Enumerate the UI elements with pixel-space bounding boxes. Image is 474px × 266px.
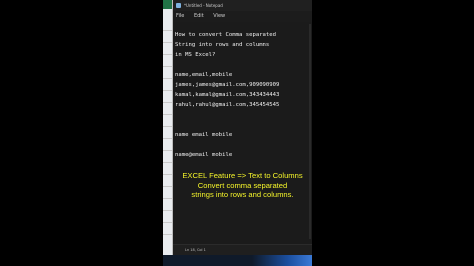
video-frame: *Untitled - Notepad File Edit View How t… — [163, 0, 312, 266]
editor-line: james,james@gmail.com,909090909 — [175, 82, 280, 88]
window-title: *Untitled - Notepad — [184, 3, 223, 8]
excel-row-line — [163, 210, 172, 211]
editor-line: kamal,kamal@gmail.com,343434443 — [175, 92, 280, 98]
menu-file[interactable]: File — [176, 13, 184, 19]
excel-row-line — [163, 186, 172, 187]
excel-row-line — [163, 54, 172, 55]
caption-line-3: strings into rows and columns. — [191, 190, 294, 199]
status-bar: Ln 18, Col 1 — [173, 244, 312, 255]
excel-row-line — [163, 78, 172, 79]
cursor-position: Ln 18, Col 1 — [185, 248, 206, 252]
excel-row-line — [163, 198, 172, 199]
caption-line-2: Convert comma separated — [197, 180, 288, 190]
editor-line: in MS Excel? — [175, 52, 216, 58]
excel-row-line — [163, 222, 172, 223]
excel-row-line — [163, 150, 172, 151]
excel-row-line — [163, 162, 172, 163]
title-bar[interactable]: *Untitled - Notepad — [173, 0, 312, 11]
excel-row-line — [163, 90, 172, 91]
excel-row-line — [163, 42, 172, 43]
menu-view[interactable]: View — [213, 13, 225, 19]
editor-line: name@email mobile — [175, 152, 233, 158]
notepad-icon — [176, 3, 181, 8]
excel-ribbon-strip — [163, 0, 172, 9]
caption-line-1: EXCEL Feature => Text to Columns — [182, 171, 303, 180]
vertical-scrollbar[interactable] — [309, 24, 311, 239]
excel-row-line — [163, 138, 172, 139]
menu-bar: File Edit View — [173, 11, 312, 21]
taskbar — [163, 255, 312, 266]
editor-line: String into rows and columns — [175, 42, 270, 48]
text-editor[interactable]: How to convert Comma separated String in… — [173, 22, 312, 244]
caption-overlay: EXCEL Feature => Text to Columns Convert… — [173, 171, 312, 200]
excel-row-line — [163, 234, 172, 235]
wallpaper-glow — [252, 255, 312, 266]
excel-row-line — [163, 174, 172, 175]
editor-line: name,email,mobile — [175, 72, 233, 78]
editor-line: rahul,rahul@gmail.com,345454545 — [175, 102, 280, 108]
excel-row-line — [163, 114, 172, 115]
excel-window-edge — [163, 0, 173, 266]
editor-line: How to convert Comma separated — [175, 32, 277, 38]
excel-row-line — [163, 126, 172, 127]
excel-row-line — [163, 66, 172, 67]
excel-row-line — [163, 102, 172, 103]
notepad-window: *Untitled - Notepad File Edit View How t… — [173, 0, 312, 266]
editor-line: name email mobile — [175, 132, 233, 138]
menu-edit[interactable]: Edit — [194, 13, 204, 19]
excel-row-line — [163, 30, 172, 31]
